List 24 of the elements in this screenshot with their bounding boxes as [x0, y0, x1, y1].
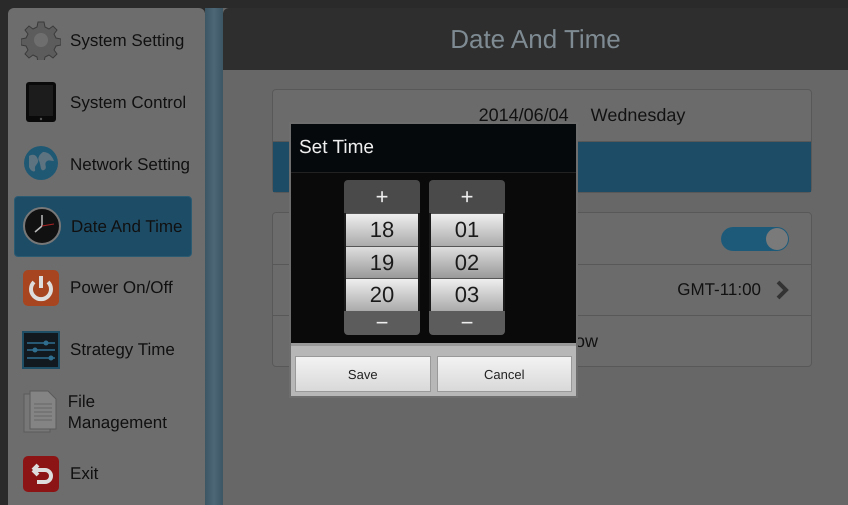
dialog-title: Set Time [291, 124, 576, 173]
increment-button[interactable]: + [429, 180, 505, 213]
weekday-text: Wednesday [590, 105, 686, 126]
dialog-button[interactable]: Cancel [436, 356, 572, 392]
picker-value[interactable]: 03 [431, 278, 503, 312]
sidebar-item[interactable]: Exit [14, 443, 192, 504]
time-zone-value: GMT-11:00 [677, 280, 761, 300]
date-text: 2014/06/04 [478, 105, 569, 126]
sidebar-item[interactable]: System Setting [14, 10, 192, 71]
sidebar-item[interactable]: File Management [14, 381, 192, 442]
sidebar-item[interactable]: Power On/Off [14, 258, 192, 318]
picker-value[interactable]: 19 [346, 246, 418, 278]
decrement-button[interactable]: − [344, 311, 420, 335]
sidebar-item[interactable]: Strategy Time [14, 319, 192, 380]
picker-value[interactable]: 18 [346, 213, 418, 246]
sidebar-item[interactable]: System Control [14, 72, 192, 133]
increment-button[interactable]: + [344, 180, 420, 213]
page-title: Date And Time [223, 8, 848, 70]
decrement-button[interactable]: − [429, 311, 505, 335]
sidebar-item[interactable]: Network Setting [14, 134, 192, 195]
dialog-button[interactable]: Save [295, 356, 430, 392]
picker-value[interactable]: 01 [431, 213, 503, 246]
picker-value[interactable]: 02 [431, 246, 503, 278]
picker-value[interactable]: 20 [346, 278, 418, 312]
